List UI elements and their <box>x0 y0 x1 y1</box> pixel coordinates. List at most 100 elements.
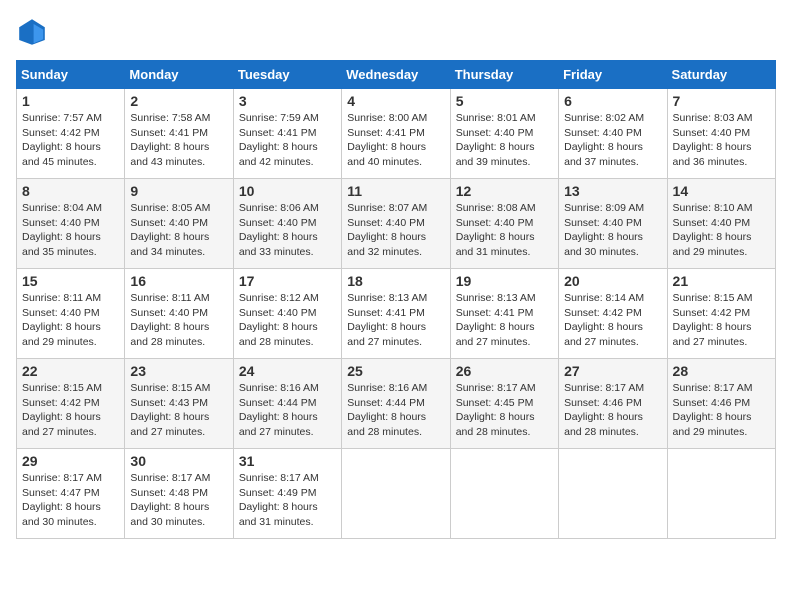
day-info: Sunrise: 7:59 AM Sunset: 4:41 PM Dayligh… <box>239 111 336 170</box>
day-number: 31 <box>239 453 336 469</box>
day-number: 16 <box>130 273 227 289</box>
calendar-cell: 23 Sunrise: 8:15 AM Sunset: 4:43 PM Dayli… <box>125 359 233 449</box>
calendar-week-row: 8 Sunrise: 8:04 AM Sunset: 4:40 PM Daylig… <box>17 179 776 269</box>
day-number: 1 <box>22 93 119 109</box>
day-info: Sunrise: 8:16 AM Sunset: 4:44 PM Dayligh… <box>347 381 444 440</box>
day-number: 25 <box>347 363 444 379</box>
day-info: Sunrise: 8:05 AM Sunset: 4:40 PM Dayligh… <box>130 201 227 260</box>
day-number: 6 <box>564 93 661 109</box>
day-number: 4 <box>347 93 444 109</box>
day-info: Sunrise: 8:15 AM Sunset: 4:42 PM Dayligh… <box>673 291 770 350</box>
calendar-cell: 8 Sunrise: 8:04 AM Sunset: 4:40 PM Daylig… <box>17 179 125 269</box>
logo <box>16 16 54 48</box>
calendar-cell: 12 Sunrise: 8:08 AM Sunset: 4:40 PM Dayli… <box>450 179 558 269</box>
calendar-cell: 20 Sunrise: 8:14 AM Sunset: 4:42 PM Dayli… <box>559 269 667 359</box>
calendar-header-row: SundayMondayTuesdayWednesdayThursdayFrid… <box>17 61 776 89</box>
day-info: Sunrise: 8:11 AM Sunset: 4:40 PM Dayligh… <box>130 291 227 350</box>
day-info: Sunrise: 8:08 AM Sunset: 4:40 PM Dayligh… <box>456 201 553 260</box>
day-number: 18 <box>347 273 444 289</box>
day-info: Sunrise: 8:13 AM Sunset: 4:41 PM Dayligh… <box>456 291 553 350</box>
day-info: Sunrise: 8:16 AM Sunset: 4:44 PM Dayligh… <box>239 381 336 440</box>
day-info: Sunrise: 8:17 AM Sunset: 4:46 PM Dayligh… <box>564 381 661 440</box>
calendar-cell <box>667 449 775 539</box>
calendar-cell: 2Sunrise: 7:58 AM Sunset: 4:41 PM Daylig… <box>125 89 233 179</box>
calendar-cell: 18 Sunrise: 8:13 AM Sunset: 4:41 PM Dayli… <box>342 269 450 359</box>
calendar-cell: 17 Sunrise: 8:12 AM Sunset: 4:40 PM Dayli… <box>233 269 341 359</box>
column-header-thursday: Thursday <box>450 61 558 89</box>
calendar-cell: 31 Sunrise: 8:17 AM Sunset: 4:49 PM Dayli… <box>233 449 341 539</box>
calendar-cell: 30 Sunrise: 8:17 AM Sunset: 4:48 PM Dayli… <box>125 449 233 539</box>
day-number: 13 <box>564 183 661 199</box>
day-info: Sunrise: 8:00 AM Sunset: 4:41 PM Dayligh… <box>347 111 444 170</box>
column-header-saturday: Saturday <box>667 61 775 89</box>
day-number: 7 <box>673 93 770 109</box>
calendar-cell: 24 Sunrise: 8:16 AM Sunset: 4:44 PM Dayli… <box>233 359 341 449</box>
calendar-cell: 29 Sunrise: 8:17 AM Sunset: 4:47 PM Dayli… <box>17 449 125 539</box>
calendar-table: SundayMondayTuesdayWednesdayThursdayFrid… <box>16 60 776 539</box>
calendar-cell: 13 Sunrise: 8:09 AM Sunset: 4:40 PM Dayli… <box>559 179 667 269</box>
day-number: 15 <box>22 273 119 289</box>
day-info: Sunrise: 8:01 AM Sunset: 4:40 PM Dayligh… <box>456 111 553 170</box>
day-number: 30 <box>130 453 227 469</box>
day-info: Sunrise: 8:07 AM Sunset: 4:40 PM Dayligh… <box>347 201 444 260</box>
day-info: Sunrise: 8:04 AM Sunset: 4:40 PM Dayligh… <box>22 201 119 260</box>
calendar-cell: 5Sunrise: 8:01 AM Sunset: 4:40 PM Daylig… <box>450 89 558 179</box>
calendar-week-row: 29 Sunrise: 8:17 AM Sunset: 4:47 PM Dayli… <box>17 449 776 539</box>
calendar-cell: 4 Sunrise: 8:00 AM Sunset: 4:41 PM Daylig… <box>342 89 450 179</box>
calendar-cell <box>450 449 558 539</box>
calendar-cell: 22 Sunrise: 8:15 AM Sunset: 4:42 PM Dayli… <box>17 359 125 449</box>
day-info: Sunrise: 8:15 AM Sunset: 4:43 PM Dayligh… <box>130 381 227 440</box>
day-info: Sunrise: 8:15 AM Sunset: 4:42 PM Dayligh… <box>22 381 119 440</box>
day-number: 3 <box>239 93 336 109</box>
day-info: Sunrise: 8:09 AM Sunset: 4:40 PM Dayligh… <box>564 201 661 260</box>
calendar-cell: 3 Sunrise: 7:59 AM Sunset: 4:41 PM Daylig… <box>233 89 341 179</box>
day-number: 19 <box>456 273 553 289</box>
calendar-cell: 25 Sunrise: 8:16 AM Sunset: 4:44 PM Dayli… <box>342 359 450 449</box>
calendar-cell: 15Sunrise: 8:11 AM Sunset: 4:40 PM Dayli… <box>17 269 125 359</box>
day-number: 12 <box>456 183 553 199</box>
day-number: 9 <box>130 183 227 199</box>
logo-icon <box>16 16 48 48</box>
column-header-tuesday: Tuesday <box>233 61 341 89</box>
day-number: 26 <box>456 363 553 379</box>
calendar-cell: 27Sunrise: 8:17 AM Sunset: 4:46 PM Dayli… <box>559 359 667 449</box>
day-number: 2 <box>130 93 227 109</box>
day-number: 10 <box>239 183 336 199</box>
column-header-sunday: Sunday <box>17 61 125 89</box>
day-info: Sunrise: 8:12 AM Sunset: 4:40 PM Dayligh… <box>239 291 336 350</box>
calendar-cell: 16 Sunrise: 8:11 AM Sunset: 4:40 PM Dayli… <box>125 269 233 359</box>
calendar-cell: 11 Sunrise: 8:07 AM Sunset: 4:40 PM Dayli… <box>342 179 450 269</box>
calendar-week-row: 22 Sunrise: 8:15 AM Sunset: 4:42 PM Dayli… <box>17 359 776 449</box>
day-info: Sunrise: 8:14 AM Sunset: 4:42 PM Dayligh… <box>564 291 661 350</box>
calendar-cell: 1 Sunrise: 7:57 AM Sunset: 4:42 PM Daylig… <box>17 89 125 179</box>
day-info: Sunrise: 8:13 AM Sunset: 4:41 PM Dayligh… <box>347 291 444 350</box>
calendar-cell: 21Sunrise: 8:15 AM Sunset: 4:42 PM Dayli… <box>667 269 775 359</box>
day-info: Sunrise: 8:17 AM Sunset: 4:48 PM Dayligh… <box>130 471 227 530</box>
calendar-cell: 10 Sunrise: 8:06 AM Sunset: 4:40 PM Dayli… <box>233 179 341 269</box>
day-info: Sunrise: 8:17 AM Sunset: 4:47 PM Dayligh… <box>22 471 119 530</box>
day-number: 24 <box>239 363 336 379</box>
day-info: Sunrise: 8:06 AM Sunset: 4:40 PM Dayligh… <box>239 201 336 260</box>
day-info: Sunrise: 8:17 AM Sunset: 4:49 PM Dayligh… <box>239 471 336 530</box>
day-number: 23 <box>130 363 227 379</box>
day-number: 11 <box>347 183 444 199</box>
day-number: 17 <box>239 273 336 289</box>
day-info: Sunrise: 7:57 AM Sunset: 4:42 PM Dayligh… <box>22 111 119 170</box>
day-number: 22 <box>22 363 119 379</box>
calendar-week-row: 1 Sunrise: 7:57 AM Sunset: 4:42 PM Daylig… <box>17 89 776 179</box>
calendar-cell: 7Sunrise: 8:03 AM Sunset: 4:40 PM Daylig… <box>667 89 775 179</box>
calendar-cell: 28Sunrise: 8:17 AM Sunset: 4:46 PM Dayli… <box>667 359 775 449</box>
day-info: Sunrise: 8:02 AM Sunset: 4:40 PM Dayligh… <box>564 111 661 170</box>
calendar-week-row: 15 Sunrise: 8:11 AM Sunset: 4:40 PM Dayli… <box>17 269 776 359</box>
day-number: 20 <box>564 273 661 289</box>
calendar-cell: 14Sunrise: 8:10 AM Sunset: 4:40 PM Dayli… <box>667 179 775 269</box>
day-number: 29 <box>22 453 119 469</box>
day-number: 14 <box>673 183 770 199</box>
column-header-friday: Friday <box>559 61 667 89</box>
day-number: 8 <box>22 183 119 199</box>
page-header <box>16 16 776 48</box>
calendar-cell: 9 Sunrise: 8:05 AM Sunset: 4:40 PM Daylig… <box>125 179 233 269</box>
calendar-cell <box>342 449 450 539</box>
calendar-cell: 6 Sunrise: 8:02 AM Sunset: 4:40 PM Daylig… <box>559 89 667 179</box>
day-info: Sunrise: 8:17 AM Sunset: 4:45 PM Dayligh… <box>456 381 553 440</box>
